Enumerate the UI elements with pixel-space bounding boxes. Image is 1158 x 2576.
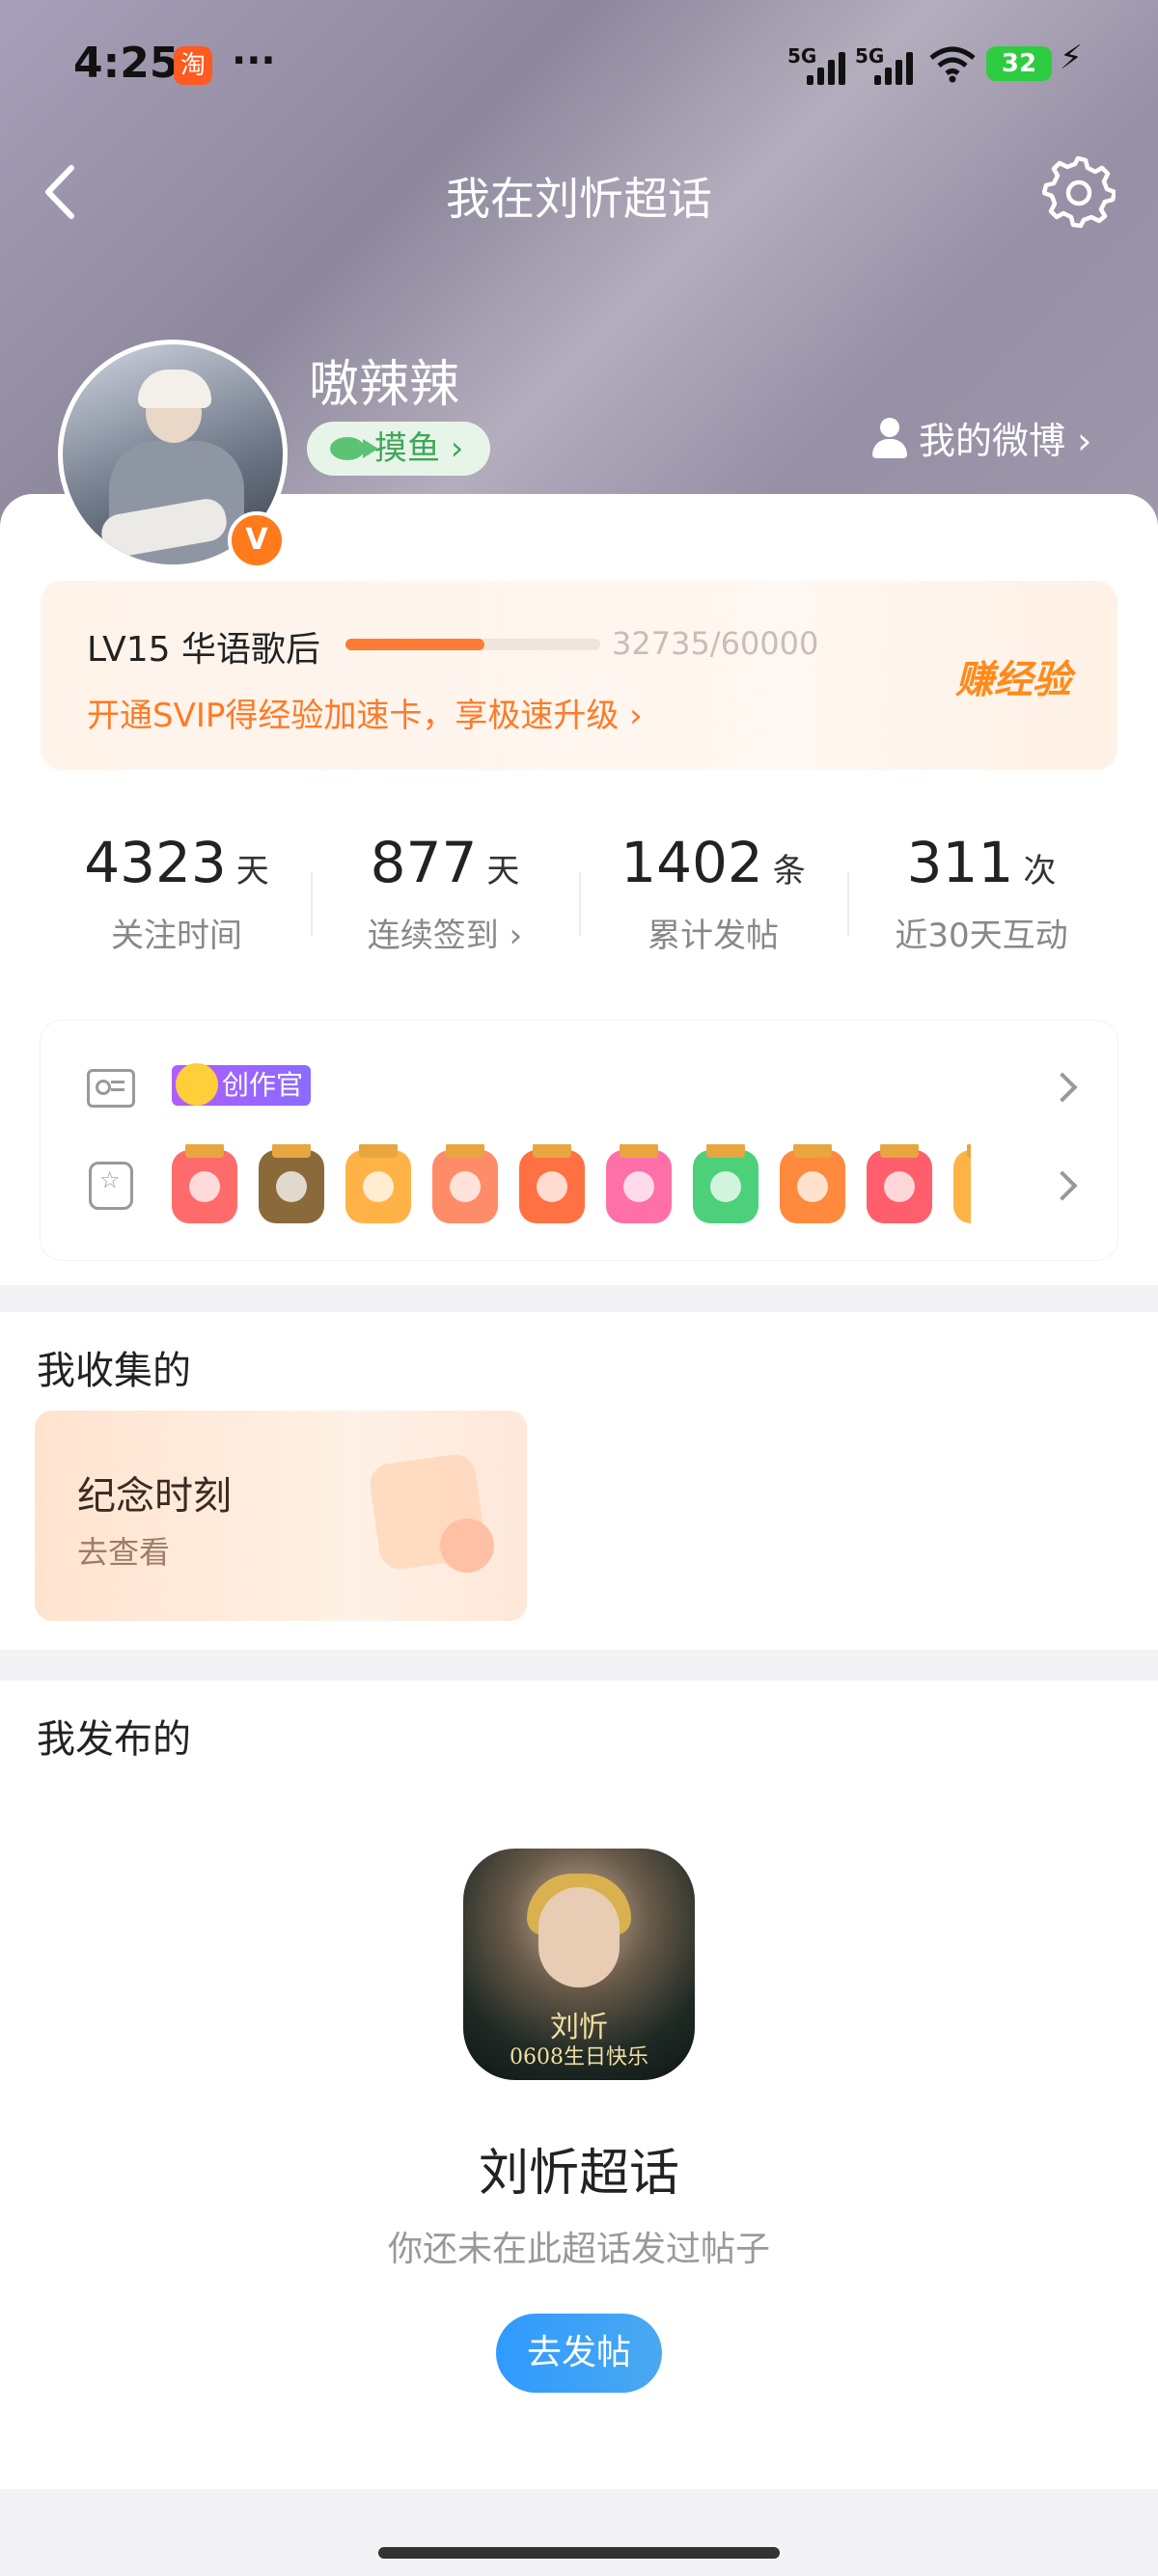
medal-list[interactable] [164, 1144, 971, 1231]
medal-badge-icon [606, 1144, 672, 1223]
level-label: LV15 华语歌后 [87, 630, 320, 670]
medal-center [537, 1171, 567, 1202]
topic-name: 刘忻超话 [478, 2145, 679, 2203]
stat-label: 连续签到 › [367, 917, 523, 955]
medal-badge-icon [780, 1144, 845, 1223]
stat-label: 近30天互动 [895, 917, 1068, 955]
stat-unit: 天 [235, 852, 269, 891]
medal-center [710, 1171, 741, 1202]
creator-badge[interactable]: 创作官 [172, 1063, 312, 1106]
fish-badge[interactable]: 摸鱼 › [307, 422, 491, 476]
topic-cover-image: 刘忻 0608生日快乐 [463, 1849, 695, 2080]
fish-icon [330, 437, 378, 460]
stat-unit: 次 [1023, 852, 1057, 891]
home-indicator[interactable] [378, 2547, 780, 2559]
creator-emblem-icon [176, 1063, 218, 1106]
stat-number: 877 [370, 830, 478, 895]
stat-follow-days: 4323 天 关注时间 [42, 830, 311, 956]
stat-number: 311 [906, 830, 1014, 895]
stat-unit: 条 [772, 852, 806, 891]
stat-label: 累计发帖 [648, 917, 779, 955]
medal-badge-icon [519, 1144, 585, 1223]
stat-label: 关注时间 [111, 917, 242, 955]
cover-caption-text: 0608生日快乐 [510, 2045, 648, 2069]
medal-badge-icon [432, 1144, 498, 1223]
my-weibo-label: 我的微博 › [919, 420, 1092, 462]
level-progress-fill [345, 639, 484, 650]
medal-center [189, 1171, 220, 1202]
level-progress-text: 32735/60000 [612, 625, 819, 662]
create-post-button[interactable]: 去发帖 [496, 2314, 662, 2393]
medal-badge-icon [693, 1144, 758, 1223]
medal-center [884, 1171, 915, 1202]
id-card-icon [87, 1069, 135, 1108]
empty-hint: 你还未在此超话发过帖子 [387, 2230, 770, 2269]
medal-center [276, 1171, 307, 1202]
stat-unit: 天 [486, 852, 520, 891]
medal-badge-icon [172, 1144, 237, 1223]
medal-center [797, 1171, 828, 1202]
page-title: 我在刘忻超话 [446, 173, 712, 225]
my-weibo-link[interactable]: 我的微博 › [870, 411, 1091, 464]
stat-number: 4323 [84, 830, 227, 895]
medal-badge-icon [259, 1144, 324, 1223]
medal-outline-icon [89, 1162, 133, 1210]
status-time: 4:25 [73, 39, 179, 88]
more-notifications-icon: ··· [232, 39, 276, 83]
person-icon [870, 417, 909, 458]
earn-exp-button[interactable]: 赚经验 [955, 648, 1071, 704]
creator-badge-label: 创作官 [222, 1069, 304, 1101]
taobao-icon: 淘 [174, 46, 212, 85]
medal-badge-icon [953, 1144, 971, 1223]
medal-center [363, 1171, 394, 1202]
verified-badge-icon: V [228, 511, 286, 569]
username: 嗷辣辣 [309, 356, 460, 414]
moment-subtitle: 去查看 [77, 1534, 171, 1571]
wifi-icon [929, 46, 976, 83]
section-title-posted: 我发布的 [37, 1717, 191, 1762]
moment-title: 纪念时刻 [77, 1474, 232, 1519]
stat-checkin-days[interactable]: 877 天 连续签到 › [311, 830, 579, 956]
signal-bars-icon [807, 46, 845, 85]
medal-center [623, 1171, 654, 1202]
medal-badge-icon [867, 1144, 932, 1223]
heart-deco-icon [440, 1519, 494, 1573]
stat-interactions: 311 次 近30天互动 [847, 830, 1116, 956]
section-title-collected: 我收集的 [37, 1349, 191, 1393]
signal-bars-icon-2 [874, 46, 913, 85]
stat-number: 1402 [620, 830, 763, 895]
stat-total-posts: 1402 条 累计发帖 [579, 830, 847, 956]
settings-gear-icon[interactable] [1042, 156, 1116, 230]
moment-card[interactable]: 纪念时刻 去查看 [35, 1411, 527, 1621]
medal-center [450, 1171, 481, 1202]
svip-promo-link[interactable]: 开通SVIP得经验加速卡，享极速升级 › [87, 689, 643, 736]
status-bar: 4:25 淘 ··· 5G 5G 32 ⚡ [0, 39, 1158, 96]
fish-badge-label: 摸鱼 › [374, 429, 464, 468]
charging-icon: ⚡ [1060, 39, 1083, 77]
battery-indicator: 32 [986, 46, 1052, 81]
medal-badge-icon [345, 1144, 411, 1223]
